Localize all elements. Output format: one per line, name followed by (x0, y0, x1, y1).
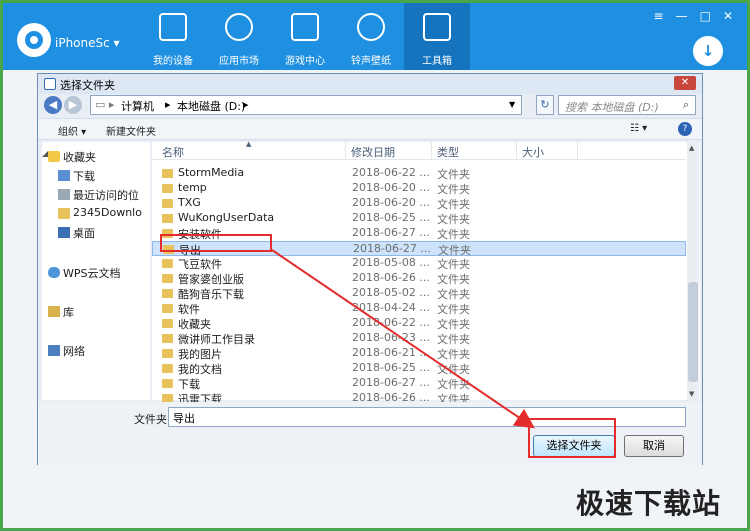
site-watermark: 极速下载站 (576, 487, 722, 520)
annotation-arrow (271, 249, 535, 429)
